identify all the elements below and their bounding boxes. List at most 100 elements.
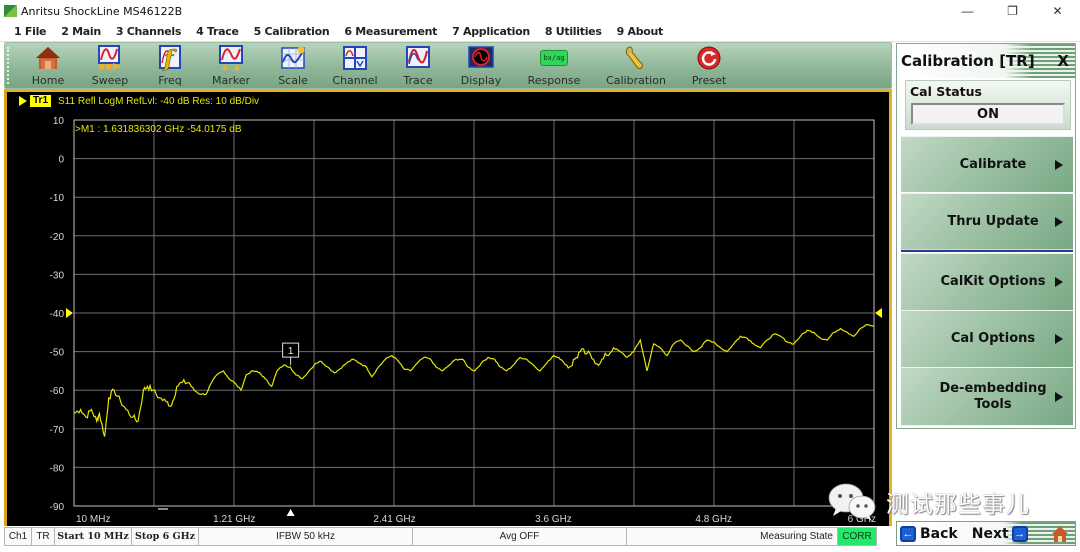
toolbar-preset-button[interactable]: Preset — [677, 43, 741, 88]
back-arrow-icon[interactable]: ← — [900, 525, 916, 542]
x-tick-label: 4.8 GHz — [695, 514, 732, 525]
calkit-options-button[interactable]: CalKit Options — [901, 253, 1073, 310]
app-window: Anritsu ShockLine MS46122B — ❐ ✕ 1 File … — [0, 0, 1080, 552]
menu-channels[interactable]: 3 Channels — [116, 25, 182, 38]
display-icon — [468, 45, 494, 71]
menu-trace[interactable]: 4 Trace — [196, 25, 239, 38]
menu-calibration[interactable]: 5 Calibration — [254, 25, 330, 38]
marker-layer: 1 >M1 : 1.631836302 GHz -54.0175 dB — [75, 124, 300, 366]
grid — [73, 119, 875, 507]
menu-main[interactable]: 2 Main — [61, 25, 101, 38]
x-tick-label: 3.6 GHz — [535, 514, 572, 525]
restore-button[interactable]: ❐ — [990, 0, 1035, 22]
trace-description: S11 Refl LogM RefLvl: -40 dB Res: 10 dB/… — [58, 95, 260, 107]
toolbar-home-label: Home — [31, 74, 65, 87]
next-button[interactable]: Next — [972, 526, 1009, 542]
bottom-navigation: ← Back Next → — [896, 521, 1076, 546]
wrench-icon — [623, 45, 649, 71]
toolbar-calibration-button[interactable]: Calibration — [595, 43, 677, 88]
marker-icon — [218, 45, 244, 71]
calibration-panel: Calibration [TR] X Cal Status ON Calibra… — [896, 43, 1076, 429]
y-tick-label: -10 — [50, 193, 65, 204]
status-start-frequency[interactable]: Start 10 MHz — [54, 527, 132, 546]
minimize-button[interactable]: — — [945, 0, 990, 22]
cal-status-label: Cal Status — [910, 84, 982, 99]
status-trace[interactable]: TR — [31, 527, 55, 546]
y-tick-label: -70 — [50, 425, 65, 436]
title-bar: Anritsu ShockLine MS46122B — ❐ ✕ — [0, 0, 1080, 22]
active-trace-arrow-icon — [19, 96, 27, 106]
menu-utilities[interactable]: 8 Utilities — [545, 25, 602, 38]
toolbar-marker-button[interactable]: Marker — [199, 43, 263, 88]
sweep-icon — [97, 45, 123, 71]
y-tick-label: -60 — [50, 386, 65, 397]
toolbar-freq-button[interactable]: f Freq — [141, 43, 199, 88]
status-ifbw[interactable]: IFBW 50 kHz — [198, 527, 413, 546]
marker-position-icon — [286, 509, 295, 516]
menu-file[interactable]: 1 File — [14, 25, 47, 38]
de-embedding-tools-button[interactable]: De-embedding Tools — [901, 367, 1073, 426]
status-measuring-state: Measuring State — [626, 527, 838, 546]
menu-about[interactable]: 9 About — [617, 25, 664, 38]
status-stop-frequency[interactable]: Stop 6 GHz — [131, 527, 199, 546]
submenu-arrow-icon — [1055, 334, 1063, 344]
trace-badge[interactable]: Tr1 — [30, 95, 52, 107]
status-corr-badge: CORR — [837, 527, 877, 546]
toolbar-scale-button[interactable]: Scale — [263, 43, 323, 88]
calibrate-button[interactable]: Calibrate — [901, 136, 1073, 192]
y-tick-label: -50 — [50, 348, 65, 359]
calibrate-label: Calibrate — [959, 156, 1027, 172]
toolbar-display-button[interactable]: Display — [449, 43, 513, 88]
toolbar-sweep-button[interactable]: Sweep — [79, 43, 141, 88]
cal-options-label: Cal Options — [950, 331, 1036, 346]
close-button[interactable]: ✕ — [1035, 0, 1080, 22]
watermark-text: 测试那些事儿 — [886, 492, 1030, 518]
scroll-indicator — [158, 508, 168, 510]
status-averaging[interactable]: Avg OFF — [412, 527, 627, 546]
trace-icon — [405, 45, 431, 71]
scale-icon — [280, 45, 306, 71]
menu-measurement[interactable]: 6 Measurement — [344, 25, 437, 38]
panel-close-button[interactable]: X — [1057, 52, 1069, 70]
cal-status-value: ON — [911, 103, 1065, 125]
marker-label: 1 — [288, 346, 294, 357]
channel-icon — [342, 45, 368, 71]
toolbar: Home Sweep f Freq Marker Scale Channel T… — [4, 42, 892, 89]
toolbar-preset-label: Preset — [691, 74, 727, 87]
y-tick-label: 0 — [58, 155, 64, 166]
x-tick-label: 2.41 GHz — [373, 514, 415, 525]
freq-icon: f — [157, 45, 183, 71]
marker-readout: >M1 : 1.631836302 GHz -54.0175 dB — [75, 124, 242, 135]
y-tick-label: -30 — [50, 270, 65, 281]
next-arrow-icon[interactable]: → — [1011, 525, 1028, 542]
status-channel[interactable]: Ch1 — [4, 527, 32, 546]
preset-icon — [696, 45, 722, 71]
cal-options-button[interactable]: Cal Options — [901, 310, 1073, 367]
y-axis-ticks: 10 0 -10 -20 -30 -40 -50 -60 -70 -80 -90 — [50, 116, 882, 513]
panel-separator — [901, 249, 1073, 252]
toolbar-marker-label: Marker — [211, 74, 251, 87]
submenu-arrow-icon — [1055, 391, 1063, 402]
y-tick-label: -80 — [50, 463, 65, 474]
toolbar-grip[interactable] — [7, 47, 13, 84]
menu-application[interactable]: 7 Application — [452, 25, 530, 38]
submenu-arrow-icon — [1055, 277, 1063, 287]
toolbar-sweep-label: Sweep — [91, 74, 129, 87]
trace-display[interactable]: 10 0 -10 -20 -30 -40 -50 -60 -70 -80 -90 10 MHz 1.2… — [4, 89, 892, 526]
back-button[interactable]: Back — [920, 526, 958, 542]
toolbar-response-button[interactable]: bx/ag Response — [513, 43, 595, 88]
ref-level-left-icon — [66, 308, 73, 318]
panel-title: Calibration [TR] — [901, 52, 1035, 70]
toolbar-trace-button[interactable]: Trace — [387, 43, 449, 88]
app-logo-icon — [4, 5, 17, 17]
response-icon: bx/ag — [539, 45, 569, 71]
y-tick-label: -20 — [50, 232, 65, 243]
toolbar-home-button[interactable]: Home — [17, 43, 79, 88]
home-nav-icon[interactable] — [1051, 525, 1069, 543]
x-axis-ticks: 10 MHz 1.21 GHz 2.41 GHz 3.6 GHz 4.8 GHz 6 GH… — [76, 508, 876, 525]
toolbar-trace-label: Trace — [403, 74, 433, 87]
de-embedding-tools-label: De-embedding Tools — [939, 380, 1047, 412]
toolbar-channel-button[interactable]: Channel — [323, 43, 387, 88]
thru-update-button[interactable]: Thru Update — [901, 193, 1073, 249]
toolbar-channel-label: Channel — [332, 74, 378, 87]
